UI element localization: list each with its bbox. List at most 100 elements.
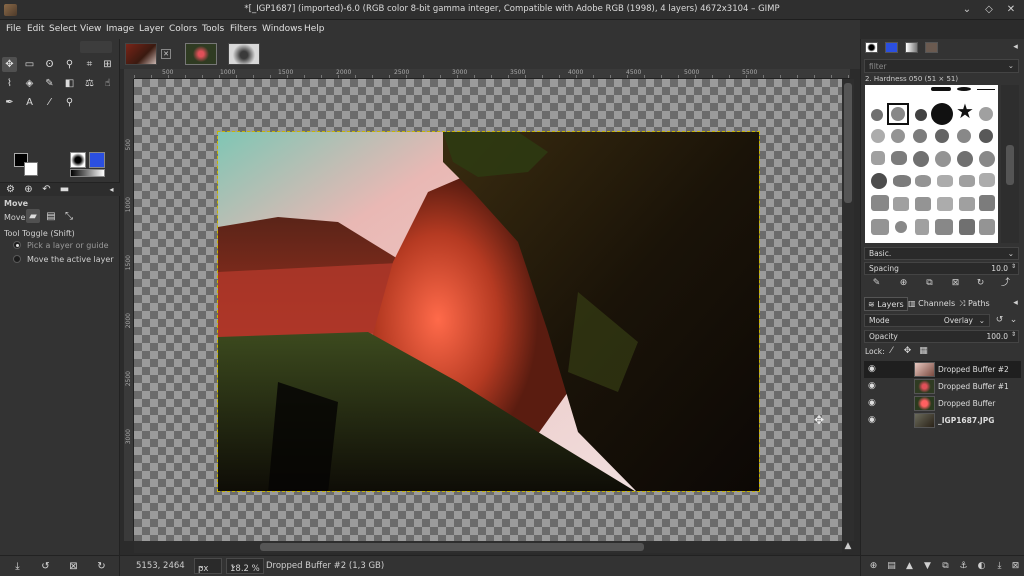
new-layer-group-icon[interactable]: ▤ (885, 560, 898, 573)
move-selection-mode-icon[interactable]: ▤ (44, 209, 58, 223)
opacity-field[interactable]: Opacity 100.0 ⇕ (864, 330, 1019, 343)
patterns-tab[interactable] (885, 42, 898, 53)
layer-mode-select[interactable]: Mode Overlay ⌄ (864, 314, 990, 327)
rect-select-icon[interactable]: ▭ (22, 57, 37, 72)
layer-row[interactable]: ◉ Dropped Buffer (864, 395, 1021, 412)
menu-view[interactable]: View (80, 24, 101, 34)
menu-layer[interactable]: Layer (139, 24, 164, 34)
move-tool-icon[interactable]: ✥ (2, 57, 17, 72)
edit-brush-icon[interactable]: ✎ (870, 277, 883, 290)
lock-pixels-icon[interactable]: ⁄ (885, 345, 898, 358)
image-tab-2[interactable] (185, 43, 217, 65)
reset-options-icon[interactable]: ↻ (94, 559, 109, 574)
merge-layer-icon[interactable]: ⤓ (993, 560, 1006, 573)
layer-row[interactable]: ◉ Dropped Buffer #1 (864, 378, 1021, 395)
stepper-icon[interactable]: ⇕ (1011, 263, 1016, 270)
tab-paths[interactable]: ⤨ Paths (956, 297, 993, 311)
vertical-scrollbar[interactable] (842, 79, 854, 541)
tab-channels[interactable]: ▥ Channels (905, 297, 958, 311)
vertical-scroll-thumb[interactable] (844, 83, 852, 203)
duplicate-brush-icon[interactable]: ⧉ (923, 277, 936, 290)
image-canvas[interactable]: ✥ (134, 79, 842, 541)
lock-alpha-icon[interactable]: ▦ (917, 345, 930, 358)
save-options-icon[interactable]: ⤓ (10, 559, 25, 574)
ruler-top[interactable]: 500 1000 1500 2000 2500 3000 3500 4000 4… (134, 69, 850, 79)
move-layer-mode-icon[interactable]: ▰ (26, 209, 40, 223)
delete-options-icon[interactable]: ⊠ (66, 559, 81, 574)
menu-windows[interactable]: Windows (262, 24, 302, 34)
warp-icon[interactable]: ⌇ (2, 76, 17, 91)
images-dock-tab[interactable] (925, 42, 938, 53)
close-icon[interactable]: ✕ (1004, 3, 1018, 17)
undo-history-tab-icon[interactable]: ↶ (39, 183, 54, 197)
menu-help[interactable]: Help (304, 24, 325, 34)
clone-icon[interactable]: ⚖ (82, 76, 97, 91)
move-path-mode-icon[interactable]: ⤡ (62, 209, 76, 223)
visibility-eye-icon[interactable]: ◉ (868, 398, 880, 408)
refresh-brushes-icon[interactable]: ↻ (974, 277, 987, 290)
raise-layer-icon[interactable]: ▲ (903, 560, 916, 573)
dock-menu-icon[interactable]: ◂ (1009, 41, 1022, 54)
images-tab-icon[interactable]: ▬ (57, 183, 72, 197)
brush-to-image-icon[interactable]: ⤴ (999, 277, 1012, 290)
layer-list[interactable]: ◉ Dropped Buffer #2 ◉ Dropped Buffer #1 … (864, 361, 1021, 431)
brush-filter-input[interactable]: filter ⌄ (864, 59, 1019, 73)
restore-options-icon[interactable]: ↺ (38, 559, 53, 574)
brush-preview[interactable] (70, 152, 86, 168)
unified-transform-icon[interactable]: ⊞ (100, 57, 115, 72)
mode-reset-icon[interactable]: ↺ (993, 314, 1006, 327)
duplicate-layer-icon[interactable]: ⧉ (939, 560, 952, 573)
chevron-down-icon[interactable]: ⌄ (1008, 249, 1014, 258)
chevron-down-icon[interactable]: ⌄ (1008, 61, 1014, 70)
gradients-tab[interactable] (905, 42, 918, 53)
visibility-eye-icon[interactable]: ◉ (868, 364, 880, 374)
chevron-down-icon[interactable]: ⌄ (1007, 314, 1020, 327)
color-picker-icon[interactable]: ⁄ (42, 95, 57, 110)
anchor-layer-icon[interactable]: ⚓ (957, 560, 970, 573)
menu-edit[interactable]: Edit (27, 24, 44, 34)
brushes-tab[interactable] (865, 42, 878, 53)
chevron-down-icon[interactable]: ⌄ (960, 3, 974, 17)
spacing-field[interactable]: Spacing 10.0 ⇕ (864, 262, 1019, 275)
unit-select[interactable]: px ⌄ (194, 558, 222, 574)
horizontal-scroll-thumb[interactable] (260, 543, 644, 551)
brush-grid[interactable]: ★ (865, 85, 998, 243)
menu-file[interactable]: File (6, 24, 21, 34)
new-layer-icon[interactable]: ⊕ (867, 560, 880, 573)
bucket-fill-icon[interactable]: ◈ (22, 76, 37, 91)
tab-layers[interactable]: ≋ Layers (864, 297, 908, 311)
brush-grid-scrollbar[interactable] (1001, 85, 1019, 243)
ruler-left[interactable]: 500 1000 1500 2000 2500 3000 (124, 79, 134, 541)
layer-row[interactable]: ◉ Dropped Buffer #2 (864, 361, 1021, 378)
new-brush-icon[interactable]: ⊕ (897, 277, 910, 290)
lasso-icon[interactable]: ʘ (42, 57, 57, 72)
stepper-icon[interactable]: ⇕ (1011, 331, 1016, 338)
paths-icon[interactable]: ✒ (2, 95, 17, 110)
configure-tab-icon[interactable]: ◂ (104, 183, 119, 197)
menu-image[interactable]: Image (106, 24, 134, 34)
background-color-swatch[interactable] (24, 162, 38, 176)
lock-position-icon[interactable]: ✥ (901, 345, 914, 358)
image-tab-1[interactable] (125, 43, 157, 65)
brush-scroll-thumb[interactable] (1006, 145, 1014, 185)
layers-menu-icon[interactable]: ◂ (1009, 297, 1022, 310)
delete-brush-icon[interactable]: ⊠ (949, 277, 962, 290)
chevron-down-icon[interactable]: ⌄ (979, 316, 985, 325)
fuzzy-select-icon[interactable]: ⚲ (62, 57, 77, 72)
tool-options-tab-icon[interactable]: ⚙ (3, 183, 18, 197)
image-tab-3[interactable] (228, 43, 260, 65)
pattern-preview[interactable] (89, 152, 105, 168)
image-layer[interactable] (217, 131, 760, 492)
gradient-preview[interactable] (70, 169, 105, 177)
visibility-eye-icon[interactable]: ◉ (868, 415, 880, 425)
brush-preset-select[interactable]: Basic. ⌄ (864, 247, 1019, 260)
layer-mask-icon[interactable]: ◐ (975, 560, 988, 573)
device-status-tab-icon[interactable]: ⊕ (21, 183, 36, 197)
zoom-select[interactable]: 18.2 % ⌄ (226, 558, 264, 574)
paintbrush-icon[interactable]: ✎ (42, 76, 57, 91)
visibility-eye-icon[interactable]: ◉ (868, 381, 880, 391)
move-active-radio[interactable] (13, 255, 21, 263)
layer-row[interactable]: ◉ _IGP1687.JPG (864, 412, 1021, 429)
text-tool-icon[interactable]: A (22, 95, 37, 110)
zoom-icon[interactable]: ⚲ (62, 95, 77, 110)
